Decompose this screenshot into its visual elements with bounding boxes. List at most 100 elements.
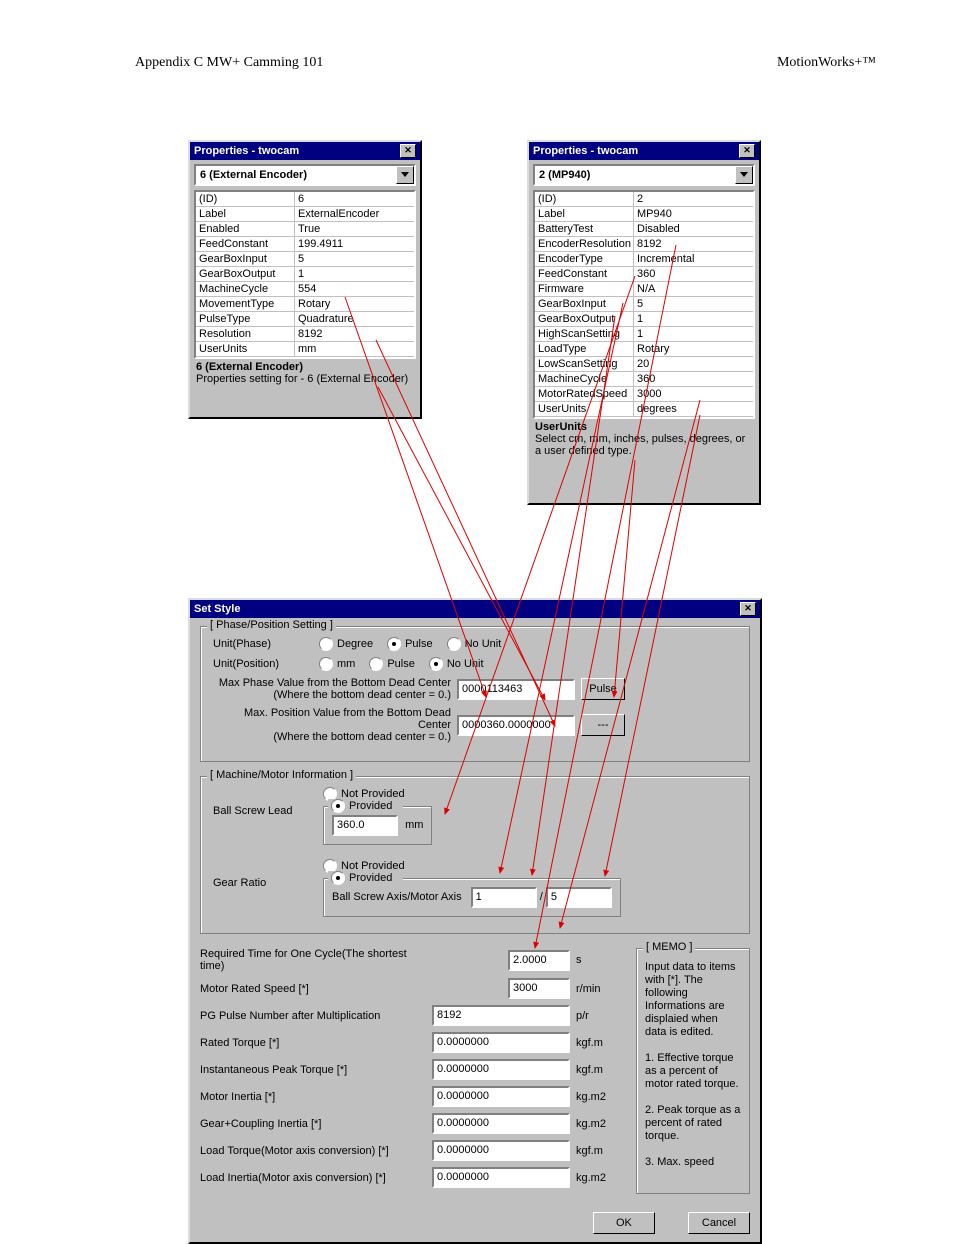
property-row[interactable]: MotorRatedSpeed3000 [535, 387, 753, 402]
property-name: LowScanSetting [535, 357, 634, 371]
property-value: Rotary [295, 297, 414, 311]
chevron-down-icon[interactable] [735, 166, 753, 184]
panel-left-desc-body: Properties setting for - 6 (External Enc… [194, 373, 416, 413]
mrs-input[interactable]: 3000 [508, 978, 570, 999]
max-phase-input[interactable]: 0000113463 [457, 679, 575, 700]
gci-label: Gear+Coupling Inertia [*] [200, 1118, 420, 1130]
property-row[interactable]: MovementTypeRotary [196, 297, 414, 312]
radio-pulse-phase[interactable]: Pulse [387, 637, 433, 651]
property-row[interactable]: PulseTypeQuadrature [196, 312, 414, 327]
ball-screw-input[interactable]: 360.0 [332, 815, 398, 836]
property-row[interactable]: LabelMP940 [535, 207, 753, 222]
property-name: (ID) [196, 192, 295, 206]
property-row[interactable]: (ID)6 [196, 192, 414, 207]
property-value: 1 [295, 267, 414, 281]
property-row[interactable]: Resolution8192 [196, 327, 414, 342]
radio-mm[interactable]: mm [319, 657, 355, 671]
radio-nounit-phase[interactable]: No Unit [447, 637, 502, 651]
panel-left-combobox[interactable]: 6 (External Encoder) [194, 164, 416, 186]
li-input[interactable]: 0.0000000 [432, 1167, 570, 1188]
lt-input[interactable]: 0.0000000 [432, 1140, 570, 1161]
property-value: N/A [634, 282, 753, 296]
property-row[interactable]: GearBoxOutput1 [196, 267, 414, 282]
property-row[interactable]: MachineCycle554 [196, 282, 414, 297]
mi-label: Motor Inertia [*] [200, 1091, 420, 1103]
memo-title: [ MEMO ] [643, 941, 695, 953]
property-row[interactable]: LabelExternalEncoder [196, 207, 414, 222]
property-row[interactable]: UserUnitsdegrees [535, 402, 753, 417]
ok-button[interactable]: OK [593, 1212, 655, 1234]
property-value: degrees [634, 402, 753, 416]
property-value: Quadrature [295, 312, 414, 326]
phase-position-group-title: [ Phase/Position Setting ] [207, 619, 336, 631]
ipt-label: Instantaneous Peak Torque [*] [200, 1064, 420, 1076]
property-row[interactable]: FeedConstant199.4911 [196, 237, 414, 252]
property-value: 1 [634, 327, 753, 341]
property-row[interactable]: EnabledTrue [196, 222, 414, 237]
property-value: 554 [295, 282, 414, 296]
property-value: Incremental [634, 252, 753, 266]
gear-den-input[interactable]: 5 [546, 887, 612, 908]
property-value: 20 [634, 357, 753, 371]
cancel-button[interactable]: Cancel [688, 1212, 750, 1234]
li-label: Load Inertia(Motor axis conversion) [*] [200, 1172, 420, 1184]
gci-input[interactable]: 0.0000000 [432, 1113, 570, 1134]
property-row[interactable]: FirmwareN/A [535, 282, 753, 297]
req-time-input[interactable]: 2.0000 [508, 950, 570, 971]
rt-unit: kgf.m [576, 1037, 624, 1049]
pg-input[interactable]: 8192 [432, 1005, 570, 1026]
property-name: PulseType [196, 312, 295, 326]
property-row[interactable]: GearBoxInput5 [535, 297, 753, 312]
panel-right-desc-title: UserUnits [533, 421, 755, 433]
property-row[interactable]: FeedConstant360 [535, 267, 753, 282]
property-name: GearBoxOutput [535, 312, 634, 326]
property-name: (ID) [535, 192, 634, 206]
property-name: Resolution [196, 327, 295, 341]
property-row[interactable]: LowScanSetting20 [535, 357, 753, 372]
memo-p3: 3. Max. speed [645, 1156, 714, 1168]
property-name: UserUnits [196, 342, 295, 356]
property-value: 8192 [634, 237, 753, 251]
property-value: 360 [634, 267, 753, 281]
max-pos-unit-button[interactable]: --- [581, 714, 625, 736]
panel-left-title: Properties - twocam [194, 145, 299, 157]
property-row[interactable]: HighScanSetting1 [535, 327, 753, 342]
property-row[interactable]: GearBoxInput5 [196, 252, 414, 267]
panel-right-combobox[interactable]: 2 (MP940) [533, 164, 755, 186]
rt-input[interactable]: 0.0000000 [432, 1032, 570, 1053]
close-icon[interactable]: ✕ [400, 144, 416, 158]
property-row[interactable]: MachineCycle360 [535, 372, 753, 387]
property-value: 199.4911 [295, 237, 414, 251]
property-value: Disabled [634, 222, 753, 236]
radio-nounit-pos[interactable]: No Unit [429, 657, 484, 671]
radio-gear-provided[interactable]: Provided [331, 871, 392, 885]
max-phase-unit-button[interactable]: Pulse [581, 678, 625, 700]
unit-phase-label: Unit(Phase) [213, 638, 313, 650]
chevron-down-icon[interactable] [396, 166, 414, 184]
property-row[interactable]: UserUnitsmm [196, 342, 414, 357]
property-row[interactable]: GearBoxOutput1 [535, 312, 753, 327]
max-pos-input[interactable]: 0000360.0000000 [457, 715, 575, 736]
property-row[interactable]: EncoderResolution8192 [535, 237, 753, 252]
mi-input[interactable]: 0.0000000 [432, 1086, 570, 1107]
radio-pulse-pos[interactable]: Pulse [369, 657, 415, 671]
property-value: MP940 [634, 207, 753, 221]
property-row[interactable]: (ID)2 [535, 192, 753, 207]
radio-degree[interactable]: Degree [319, 637, 373, 651]
radio-bsl-provided[interactable]: Provided [331, 799, 392, 813]
ipt-unit: kgf.m [576, 1064, 624, 1076]
memo-p1: 1. Effective torque as a percent of moto… [645, 1052, 739, 1090]
property-value: 5 [295, 252, 414, 266]
property-row[interactable]: LoadTypeRotary [535, 342, 753, 357]
mi-unit: kg.m2 [576, 1091, 624, 1103]
gear-num-input[interactable]: 1 [471, 887, 537, 908]
panel-left-combobox-text: 6 (External Encoder) [200, 169, 307, 181]
pg-unit: p/r [576, 1010, 624, 1022]
property-value: 6 [295, 192, 414, 206]
memo-p2: 2. Peak torque as a percent of rated tor… [645, 1104, 740, 1142]
property-row[interactable]: BatteryTestDisabled [535, 222, 753, 237]
close-icon[interactable]: ✕ [739, 144, 755, 158]
ipt-input[interactable]: 0.0000000 [432, 1059, 570, 1080]
property-row[interactable]: EncoderTypeIncremental [535, 252, 753, 267]
close-icon[interactable]: ✕ [740, 602, 756, 616]
